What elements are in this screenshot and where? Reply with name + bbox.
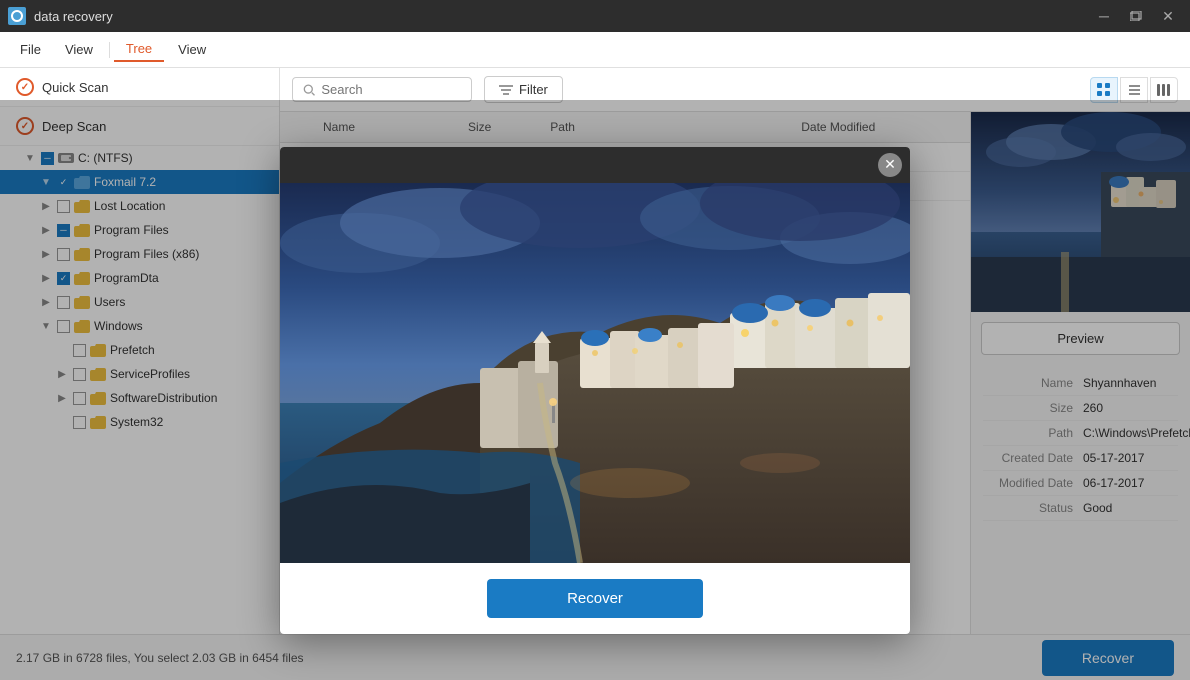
detail-icon bbox=[1157, 83, 1171, 97]
filter-icon bbox=[499, 84, 513, 96]
titlebar: data recovery ─ ✕ bbox=[0, 0, 1190, 32]
view-buttons bbox=[1090, 77, 1178, 103]
detail-view-button[interactable] bbox=[1150, 77, 1178, 103]
menu-file[interactable]: File bbox=[8, 38, 53, 61]
modal-footer: Recover bbox=[280, 563, 910, 634]
menu-divider bbox=[109, 42, 110, 58]
modal-recover-button[interactable]: Recover bbox=[487, 579, 703, 618]
menu-tab-tree[interactable]: Tree bbox=[114, 37, 164, 62]
menu-view[interactable]: View bbox=[53, 38, 105, 61]
search-input[interactable] bbox=[321, 82, 461, 97]
search-icon bbox=[303, 83, 315, 97]
menu-tab-view[interactable]: View bbox=[166, 38, 218, 61]
close-button[interactable]: ✕ bbox=[1154, 5, 1182, 27]
modal-header: ✕ bbox=[280, 147, 910, 183]
titlebar-controls: ─ ✕ bbox=[1090, 5, 1182, 27]
filter-label: Filter bbox=[519, 82, 548, 97]
search-box bbox=[292, 77, 472, 102]
main-layout: Quick Scan Deep Scan C: (NTFS) Foxmail 7… bbox=[0, 68, 1190, 680]
list-view-button[interactable] bbox=[1120, 77, 1148, 103]
modal-close-button[interactable]: ✕ bbox=[878, 153, 902, 177]
minimize-button[interactable]: ─ bbox=[1090, 5, 1118, 27]
modal-close-icon: ✕ bbox=[884, 156, 896, 173]
grid-view-button[interactable] bbox=[1090, 77, 1118, 103]
modal-scene-svg bbox=[280, 183, 910, 563]
titlebar-left: data recovery bbox=[8, 7, 113, 25]
grid-icon bbox=[1097, 83, 1111, 97]
filter-button[interactable]: Filter bbox=[484, 76, 563, 103]
quick-scan-icon bbox=[16, 78, 34, 96]
quick-scan-label: Quick Scan bbox=[42, 80, 108, 95]
modal-overlay: ✕ bbox=[0, 100, 1190, 680]
image-preview-modal: ✕ bbox=[280, 147, 910, 634]
restore-button[interactable] bbox=[1122, 5, 1150, 27]
modal-image bbox=[280, 183, 910, 563]
app-title: data recovery bbox=[34, 9, 113, 24]
menubar: File View Tree View bbox=[0, 32, 1190, 68]
list-icon bbox=[1127, 83, 1141, 97]
app-logo bbox=[8, 7, 26, 25]
